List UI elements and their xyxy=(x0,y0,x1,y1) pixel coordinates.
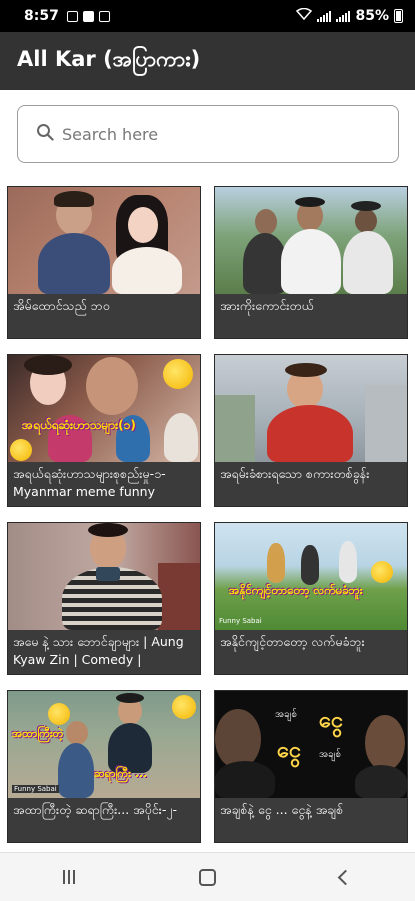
video-thumbnail-2 xyxy=(215,187,407,294)
video-thumbnail-1 xyxy=(8,187,200,294)
back-button[interactable] xyxy=(326,862,366,892)
laughing-emoji-icon-4 xyxy=(48,703,70,725)
video-thumbnail-7: အထာကြီးတဲ့ ဆရာကြီး ... Funny Sabai xyxy=(8,691,200,798)
thumbnail-brand-6: Funny Sabai xyxy=(219,617,262,625)
video-title-1: အိမ်ထောင်သည် ဘဝ xyxy=(8,294,200,338)
status-bar: 8:57 85% xyxy=(0,0,415,32)
thumbnail-big-text-2: ငွေ xyxy=(277,737,302,763)
thumbnail-big-text-1: ငွေ xyxy=(319,707,344,733)
search-box[interactable] xyxy=(17,105,399,163)
app-bar: All Kar (အပြာကား) xyxy=(0,32,415,90)
app-title: All Kar (အပြာကား) xyxy=(17,46,201,71)
thumbnail-small-text-2: အချစ် xyxy=(319,749,342,760)
video-card-5[interactable]: အမေ နဲ့ သား ဘောင်ချာများ | Aung Kyaw Zin… xyxy=(7,522,201,675)
video-thumbnail-4 xyxy=(215,355,407,462)
recent-apps-button[interactable] xyxy=(49,862,89,892)
status-time: 8:57 xyxy=(24,8,59,24)
video-title-7: အထာကြီးတဲ့ ဆရာကြီး... အပိုင်း-၂- xyxy=(8,798,200,842)
search-input[interactable] xyxy=(60,123,364,145)
video-thumbnail-3: အရယ်ရဆုံးဟာသများ(၁) xyxy=(8,355,200,462)
laughing-emoji-icon xyxy=(163,359,193,389)
video-title-3: အရယ်ရဆုံးဟာသများစုစည်းမှု-၁- Myanmar mem… xyxy=(8,462,200,506)
video-title-8: အချစ်နဲ့ ငွေ ... ငွေနဲ့ အချစ် xyxy=(215,798,407,842)
home-button[interactable] xyxy=(187,862,227,892)
battery-icon xyxy=(394,9,403,23)
video-thumbnail-5 xyxy=(8,523,200,630)
video-card-7[interactable]: အထာကြီးတဲ့ ဆရာကြီး ... Funny Sabai အထာကြ… xyxy=(7,690,201,843)
video-card-6[interactable]: အနိုင်ကျင့်တာတော့ လက်မခံဘူး Funny Sabai … xyxy=(214,522,408,675)
wifi-icon xyxy=(296,7,313,24)
thumbnail-brand-7: Funny Sabai xyxy=(12,785,59,793)
video-title-5: အမေ နဲ့ သား ဘောင်ချာများ | Aung Kyaw Zin… xyxy=(8,630,200,674)
thumbnail-overlay-text-3: အရယ်ရဆုံးဟာသများ(၁) xyxy=(22,418,136,432)
video-thumbnail-6: အနိုင်ကျင့်တာတော့ လက်မခံဘူး Funny Sabai xyxy=(215,523,407,630)
system-nav-bar xyxy=(0,852,415,901)
thumbnail-overlay-text-7b: ဆရာကြီး ... xyxy=(94,767,148,780)
battery-text: 85% xyxy=(355,8,389,24)
thumbnail-overlay-text-6: အနိုင်ကျင့်တာတော့ လက်မခံဘူး xyxy=(229,583,363,597)
signal-icon-2 xyxy=(336,10,351,22)
laughing-emoji-icon-3 xyxy=(371,561,393,583)
recent-apps-icon xyxy=(63,870,76,884)
video-title-4: အရမ်းခံစားရသော စကားတစ်ခွန်း xyxy=(215,462,407,506)
video-card-2[interactable]: အားကိုးကောင်းတယ် xyxy=(214,186,408,339)
back-icon xyxy=(338,869,354,885)
video-card-3[interactable]: အရယ်ရဆုံးဟာသများ(၁) အရယ်ရဆုံးဟာသများစုစည… xyxy=(7,354,201,507)
home-icon xyxy=(198,868,216,886)
signal-icon xyxy=(317,10,332,22)
thumbnail-overlay-text-7a: အထာကြီးတဲ့ xyxy=(12,727,64,740)
gallery-notification-icon xyxy=(66,10,78,22)
video-grid: အိမ်ထောင်သည် ဘဝ အားကိုးကောင်းတယ် အရယ်ရဆု… xyxy=(7,186,408,843)
video-card-4[interactable]: အရမ်းခံစားရသော စကားတစ်ခွန်း xyxy=(214,354,408,507)
laughing-emoji-icon-2 xyxy=(10,439,32,461)
thumbnail-small-text-1: အချစ် xyxy=(275,709,298,720)
laughing-emoji-icon-5 xyxy=(172,695,196,719)
video-card-1[interactable]: အိမ်ထောင်သည် ဘဝ xyxy=(7,186,201,339)
video-card-8[interactable]: အချစ် ငွေ ငွေ အချစ် အချစ်နဲ့ ငွေ ... ငွေ… xyxy=(214,690,408,843)
video-title-2: အားကိုးကောင်းတယ် xyxy=(215,294,407,338)
app-notification-icon xyxy=(82,10,94,22)
video-title-6: အနိုင်ကျင့်တာတော့ လက်မခံဘူး xyxy=(215,630,407,674)
message-notification-icon xyxy=(98,10,110,22)
video-thumbnail-8: အချစ် ငွေ ငွေ အချစ် xyxy=(215,691,407,798)
status-right: 85% xyxy=(296,7,403,24)
search-icon xyxy=(36,123,54,145)
